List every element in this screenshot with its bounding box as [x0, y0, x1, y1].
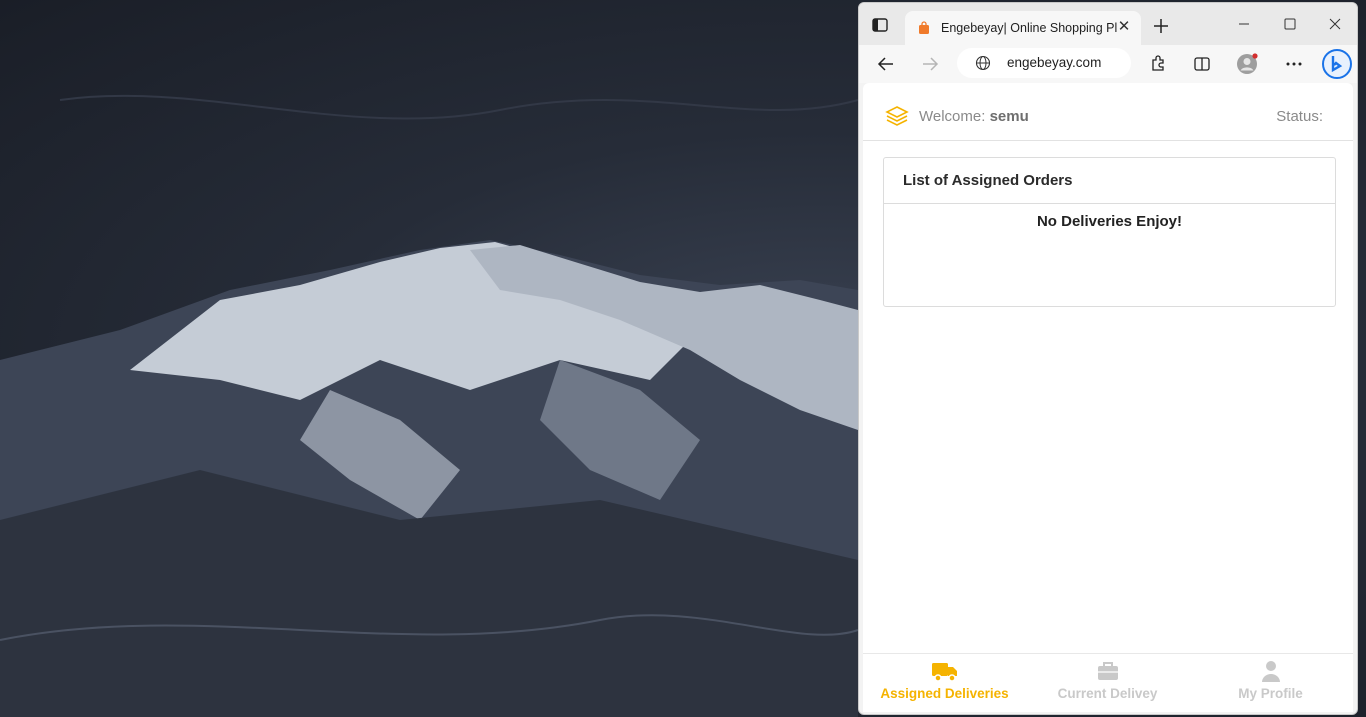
layers-logo-icon[interactable] — [885, 104, 909, 128]
card-header: List of Assigned Orders — [884, 158, 1335, 204]
bing-copilot-icon[interactable] — [1321, 48, 1353, 80]
assigned-orders-card: List of Assigned Orders No Deliveries En… — [883, 157, 1336, 307]
new-tab-icon[interactable] — [1151, 16, 1171, 36]
browser-toolbar: engebeyay.com — [859, 45, 1357, 83]
empty-state-message: No Deliveries Enjoy! — [1036, 213, 1183, 230]
welcome-text: Welcome: semu — [919, 108, 1029, 125]
card-title: List of Assigned Orders — [903, 172, 1073, 189]
nav-assigned-deliveries[interactable]: Assigned Deliveries — [863, 654, 1026, 712]
more-options-icon[interactable] — [1283, 53, 1305, 75]
tab-strip: Engebeyay| Online Shopping Platform ✕ — [859, 3, 1357, 45]
browser-tab[interactable]: Engebeyay| Online Shopping Platform ✕ — [905, 11, 1141, 45]
nav-current-delivery[interactable]: Current Delivey — [1026, 654, 1189, 712]
close-window-icon[interactable] — [1320, 13, 1350, 35]
bottom-navigation: Assigned Deliveries Current Delivey My P… — [863, 653, 1353, 712]
maximize-icon[interactable] — [1275, 13, 1305, 35]
nav-label: Assigned Deliveries — [880, 686, 1009, 701]
split-screen-icon[interactable] — [1191, 53, 1213, 75]
nav-label: Current Delivey — [1057, 686, 1158, 701]
welcome-username: semu — [989, 108, 1029, 125]
shopping-bag-icon — [917, 21, 931, 35]
truck-icon — [931, 659, 959, 683]
welcome-label: Welcome: — [919, 108, 986, 125]
tab-actions-icon[interactable] — [871, 16, 889, 34]
page-header: Welcome: semu Status: — [863, 83, 1353, 141]
profile-avatar-icon[interactable] — [1236, 53, 1258, 75]
globe-icon — [975, 55, 991, 71]
forward-arrow-icon[interactable] — [919, 53, 941, 75]
status-label: Status: — [1276, 108, 1323, 125]
web-page: Welcome: semu Status: List of Assigned O… — [863, 83, 1353, 712]
nav-my-profile[interactable]: My Profile — [1189, 654, 1352, 712]
back-arrow-icon[interactable] — [875, 53, 897, 75]
briefcase-icon — [1094, 659, 1122, 683]
minimize-icon[interactable] — [1229, 13, 1259, 35]
nav-label: My Profile — [1238, 686, 1303, 701]
url-text: engebeyay.com — [1007, 55, 1102, 70]
user-icon — [1257, 659, 1285, 683]
extensions-icon[interactable] — [1147, 53, 1169, 75]
address-bar[interactable]: engebeyay.com — [957, 48, 1131, 78]
browser-window: Engebeyay| Online Shopping Platform ✕ en… — [858, 2, 1358, 715]
tab-close-icon[interactable]: ✕ — [1115, 18, 1133, 36]
tab-title: Engebeyay| Online Shopping Platform — [941, 21, 1117, 35]
